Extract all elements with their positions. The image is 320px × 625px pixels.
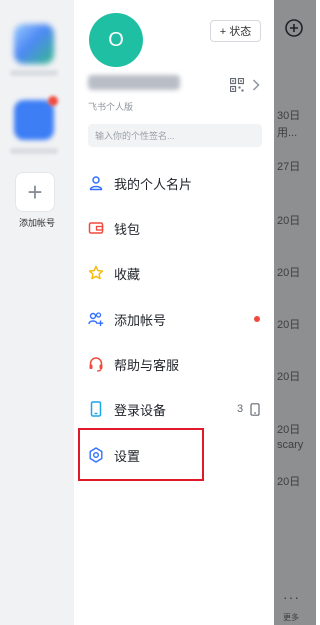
add-user-icon [88, 312, 104, 326]
chat-date: 30日 [277, 110, 301, 122]
account-avatar-1[interactable] [14, 24, 54, 64]
more-label[interactable]: 更多 [283, 612, 299, 623]
more-dots-icon[interactable]: ··· [283, 590, 300, 604]
phone-icon [90, 401, 102, 417]
menu-label: 我的个人名片 [114, 176, 193, 192]
menu-item-favorites[interactable]: 收藏 [74, 255, 274, 291]
plus-icon: + [27, 177, 43, 207]
chat-snippet: 用... [277, 127, 298, 139]
wallet-icon [88, 222, 104, 234]
add-circle-icon[interactable] [284, 18, 304, 38]
account-avatar-2[interactable] [14, 100, 54, 140]
device-icon [250, 402, 260, 416]
chat-snippet: scary [277, 439, 304, 451]
username [88, 75, 180, 90]
menu-item-help[interactable]: 帮助与客服 [74, 346, 274, 382]
chat-date: 20日 [277, 476, 301, 488]
star-icon [88, 265, 104, 280]
settings-highlight-box [78, 428, 204, 481]
menu-label: 帮助与客服 [114, 357, 180, 373]
qr-code-icon[interactable] [230, 78, 244, 92]
chat-date: 27日 [277, 161, 301, 173]
avatar[interactable]: O [89, 13, 143, 67]
menu-item-business-card[interactable]: 我的个人名片 [74, 165, 274, 201]
account-name-2 [10, 148, 58, 154]
notification-dot [254, 316, 260, 322]
add-account-button[interactable]: + [15, 172, 55, 212]
background-chat-list[interactable]: 30日 用... 27日 20日 20日 20日 20日 20日 scary 2… [274, 0, 316, 625]
device-count: 3 [237, 403, 244, 415]
profile-drawer: O + 状态 飞书个人版 我的个人名片 钱包 收藏 [74, 0, 274, 625]
chat-date: 20日 [277, 371, 301, 383]
menu-label: 添加帐号 [114, 312, 167, 328]
menu-item-wallet[interactable]: 钱包 [74, 210, 274, 246]
menu-label: 登录设备 [114, 402, 167, 418]
signature-input[interactable] [88, 124, 262, 147]
menu-item-login-devices[interactable]: 登录设备 3 [74, 391, 274, 427]
account-rail: + 添加帐号 [0, 0, 74, 625]
user-icon [89, 176, 103, 191]
profile-subtitle: 飞书个人版 [88, 102, 134, 112]
menu-item-add-account[interactable]: 添加帐号 [74, 301, 274, 337]
headset-icon [89, 357, 103, 372]
chat-date: 20日 [277, 424, 301, 436]
chevron-right-icon[interactable] [252, 79, 260, 91]
account-name-1 [10, 70, 58, 76]
menu-label: 钱包 [114, 221, 141, 237]
chat-date: 20日 [277, 267, 301, 279]
menu-label: 收藏 [114, 266, 141, 282]
status-button[interactable]: + 状态 [210, 20, 261, 42]
add-account-label: 添加帐号 [18, 218, 55, 228]
chat-date: 20日 [277, 319, 301, 331]
account-badge-dot [48, 96, 58, 106]
chat-date: 20日 [277, 215, 301, 227]
